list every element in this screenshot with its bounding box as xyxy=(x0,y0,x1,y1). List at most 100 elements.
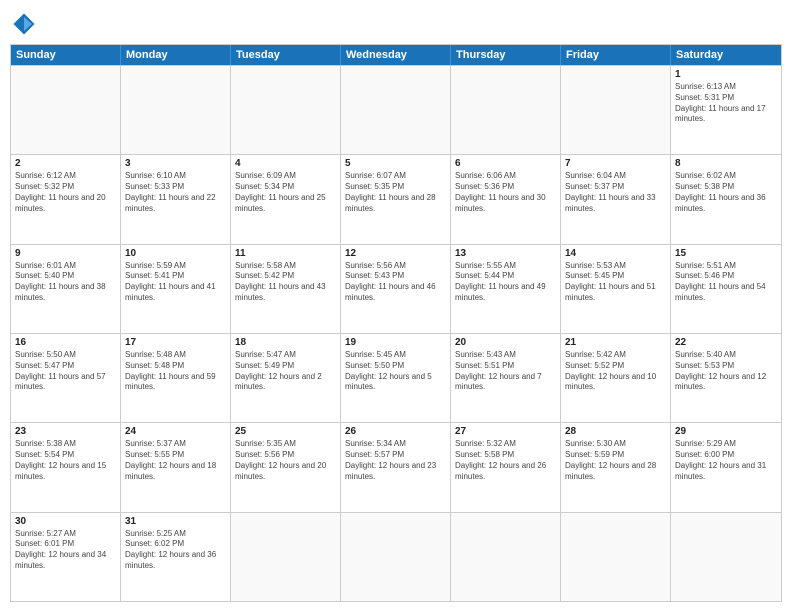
header-day-friday: Friday xyxy=(561,45,671,65)
day-info: Sunrise: 5:42 AM Sunset: 5:52 PM Dayligh… xyxy=(565,350,666,393)
page: SundayMondayTuesdayWednesdayThursdayFrid… xyxy=(0,0,792,612)
day-cell-20: 20 Sunrise: 5:43 AM Sunset: 5:51 PM Dayli… xyxy=(451,334,561,422)
logo xyxy=(10,10,42,38)
day-info: Sunrise: 5:56 AM Sunset: 5:43 PM Dayligh… xyxy=(345,261,446,304)
day-cell-21: 21 Sunrise: 5:42 AM Sunset: 5:52 PM Dayli… xyxy=(561,334,671,422)
empty-cell xyxy=(451,66,561,154)
day-info: Sunrise: 5:37 AM Sunset: 5:55 PM Dayligh… xyxy=(125,439,226,482)
week-row-4: 16Sunrise: 5:50 AM Sunset: 5:47 PM Dayli… xyxy=(11,333,781,422)
empty-cell xyxy=(561,513,671,601)
day-number: 4 xyxy=(235,158,336,169)
day-number: 24 xyxy=(125,426,226,437)
day-cell-11: 11 Sunrise: 5:58 AM Sunset: 5:42 PM Dayli… xyxy=(231,245,341,333)
empty-cell xyxy=(231,66,341,154)
day-cell-26: 26Sunrise: 5:34 AM Sunset: 5:57 PM Dayli… xyxy=(341,423,451,511)
day-number: 27 xyxy=(455,426,556,437)
day-number: 9 xyxy=(15,248,116,259)
week-row-2: 2Sunrise: 6:12 AM Sunset: 5:32 PM Daylig… xyxy=(11,154,781,243)
header xyxy=(10,10,782,38)
day-number: 8 xyxy=(675,158,777,169)
day-info: Sunrise: 5:25 AM Sunset: 6:02 PM Dayligh… xyxy=(125,529,226,572)
day-number: 20 xyxy=(455,337,556,348)
day-cell-31: 31 Sunrise: 5:25 AM Sunset: 6:02 PM Dayli… xyxy=(121,513,231,601)
day-info: Sunrise: 5:27 AM Sunset: 6:01 PM Dayligh… xyxy=(15,529,116,572)
day-info: Sunrise: 5:47 AM Sunset: 5:49 PM Dayligh… xyxy=(235,350,336,393)
day-number: 29 xyxy=(675,426,777,437)
day-cell-16: 16Sunrise: 5:50 AM Sunset: 5:47 PM Dayli… xyxy=(11,334,121,422)
empty-cell xyxy=(451,513,561,601)
day-cell-23: 23 Sunrise: 5:38 AM Sunset: 5:54 PM Dayli… xyxy=(11,423,121,511)
day-info: Sunrise: 6:07 AM Sunset: 5:35 PM Dayligh… xyxy=(345,171,446,214)
calendar-header: SundayMondayTuesdayWednesdayThursdayFrid… xyxy=(11,45,781,65)
day-number: 19 xyxy=(345,337,446,348)
day-cell-25: 25Sunrise: 5:35 AM Sunset: 5:56 PM Dayli… xyxy=(231,423,341,511)
day-cell-10: 10Sunrise: 5:59 AM Sunset: 5:41 PM Dayli… xyxy=(121,245,231,333)
day-cell-13: 13 Sunrise: 5:55 AM Sunset: 5:44 PM Dayli… xyxy=(451,245,561,333)
day-info: Sunrise: 6:04 AM Sunset: 5:37 PM Dayligh… xyxy=(565,171,666,214)
day-number: 31 xyxy=(125,516,226,527)
day-number: 15 xyxy=(675,248,777,259)
day-number: 22 xyxy=(675,337,777,348)
week-row-6: 30 Sunrise: 5:27 AM Sunset: 6:01 PM Dayli… xyxy=(11,512,781,601)
day-cell-6: 6 Sunrise: 6:06 AM Sunset: 5:36 PM Daylig… xyxy=(451,155,561,243)
day-cell-7: 7 Sunrise: 6:04 AM Sunset: 5:37 PM Daylig… xyxy=(561,155,671,243)
day-cell-24: 24 Sunrise: 5:37 AM Sunset: 5:55 PM Dayli… xyxy=(121,423,231,511)
day-cell-8: 8 Sunrise: 6:02 AM Sunset: 5:38 PM Daylig… xyxy=(671,155,781,243)
empty-cell xyxy=(671,513,781,601)
day-info: Sunrise: 5:35 AM Sunset: 5:56 PM Dayligh… xyxy=(235,439,336,482)
day-number: 16 xyxy=(15,337,116,348)
day-number: 21 xyxy=(565,337,666,348)
empty-cell xyxy=(231,513,341,601)
day-number: 13 xyxy=(455,248,556,259)
day-info: Sunrise: 6:02 AM Sunset: 5:38 PM Dayligh… xyxy=(675,171,777,214)
day-info: Sunrise: 5:55 AM Sunset: 5:44 PM Dayligh… xyxy=(455,261,556,304)
day-cell-18: 18Sunrise: 5:47 AM Sunset: 5:49 PM Dayli… xyxy=(231,334,341,422)
empty-cell xyxy=(341,513,451,601)
day-info: Sunrise: 6:09 AM Sunset: 5:34 PM Dayligh… xyxy=(235,171,336,214)
day-info: Sunrise: 6:06 AM Sunset: 5:36 PM Dayligh… xyxy=(455,171,556,214)
day-info: Sunrise: 5:40 AM Sunset: 5:53 PM Dayligh… xyxy=(675,350,777,393)
day-number: 23 xyxy=(15,426,116,437)
day-info: Sunrise: 5:53 AM Sunset: 5:45 PM Dayligh… xyxy=(565,261,666,304)
empty-cell xyxy=(561,66,671,154)
day-number: 12 xyxy=(345,248,446,259)
day-info: Sunrise: 5:38 AM Sunset: 5:54 PM Dayligh… xyxy=(15,439,116,482)
day-info: Sunrise: 6:01 AM Sunset: 5:40 PM Dayligh… xyxy=(15,261,116,304)
header-day-saturday: Saturday xyxy=(671,45,781,65)
day-info: Sunrise: 6:13 AM Sunset: 5:31 PM Dayligh… xyxy=(675,82,777,125)
day-number: 6 xyxy=(455,158,556,169)
day-cell-22: 22 Sunrise: 5:40 AM Sunset: 5:53 PM Dayli… xyxy=(671,334,781,422)
week-row-3: 9 Sunrise: 6:01 AM Sunset: 5:40 PM Daylig… xyxy=(11,244,781,333)
day-info: Sunrise: 5:59 AM Sunset: 5:41 PM Dayligh… xyxy=(125,261,226,304)
day-cell-5: 5 Sunrise: 6:07 AM Sunset: 5:35 PM Daylig… xyxy=(341,155,451,243)
day-number: 5 xyxy=(345,158,446,169)
day-cell-14: 14Sunrise: 5:53 AM Sunset: 5:45 PM Dayli… xyxy=(561,245,671,333)
calendar: SundayMondayTuesdayWednesdayThursdayFrid… xyxy=(10,44,782,602)
day-number: 28 xyxy=(565,426,666,437)
day-number: 26 xyxy=(345,426,446,437)
day-number: 7 xyxy=(565,158,666,169)
day-info: Sunrise: 5:58 AM Sunset: 5:42 PM Dayligh… xyxy=(235,261,336,304)
day-info: Sunrise: 6:10 AM Sunset: 5:33 PM Dayligh… xyxy=(125,171,226,214)
day-cell-17: 17Sunrise: 5:48 AM Sunset: 5:48 PM Dayli… xyxy=(121,334,231,422)
empty-cell xyxy=(341,66,451,154)
header-day-thursday: Thursday xyxy=(451,45,561,65)
day-number: 11 xyxy=(235,248,336,259)
day-number: 30 xyxy=(15,516,116,527)
header-day-wednesday: Wednesday xyxy=(341,45,451,65)
day-info: Sunrise: 5:43 AM Sunset: 5:51 PM Dayligh… xyxy=(455,350,556,393)
logo-icon xyxy=(10,10,38,38)
empty-cell xyxy=(121,66,231,154)
day-number: 2 xyxy=(15,158,116,169)
day-info: Sunrise: 5:45 AM Sunset: 5:50 PM Dayligh… xyxy=(345,350,446,393)
day-cell-29: 29Sunrise: 5:29 AM Sunset: 6:00 PM Dayli… xyxy=(671,423,781,511)
day-cell-12: 12 Sunrise: 5:56 AM Sunset: 5:43 PM Dayli… xyxy=(341,245,451,333)
day-cell-4: 4 Sunrise: 6:09 AM Sunset: 5:34 PM Daylig… xyxy=(231,155,341,243)
day-cell-15: 15Sunrise: 5:51 AM Sunset: 5:46 PM Dayli… xyxy=(671,245,781,333)
day-cell-3: 3Sunrise: 6:10 AM Sunset: 5:33 PM Daylig… xyxy=(121,155,231,243)
day-cell-9: 9 Sunrise: 6:01 AM Sunset: 5:40 PM Daylig… xyxy=(11,245,121,333)
day-cell-27: 27Sunrise: 5:32 AM Sunset: 5:58 PM Dayli… xyxy=(451,423,561,511)
week-row-1: 1Sunrise: 6:13 AM Sunset: 5:31 PM Daylig… xyxy=(11,65,781,154)
day-cell-1: 1Sunrise: 6:13 AM Sunset: 5:31 PM Daylig… xyxy=(671,66,781,154)
day-info: Sunrise: 5:30 AM Sunset: 5:59 PM Dayligh… xyxy=(565,439,666,482)
